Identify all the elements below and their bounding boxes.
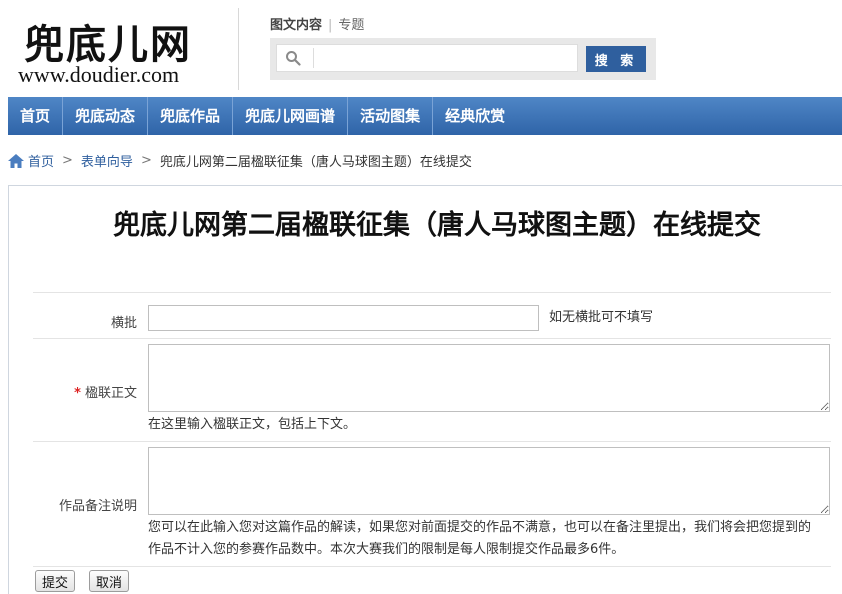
search-tab-topic[interactable]: 专题 [338,18,364,33]
divider [33,338,831,339]
cancel-button[interactable]: 取消 [89,570,130,592]
form-panel: 兜底儿网第二届楹联征集（唐人马球图主题）在线提交 横批 如无横批可不填写 * 楹联… [8,185,842,594]
search-field-wrapper [276,44,578,72]
home-icon [8,153,24,168]
field-label-notes: 作品备注说明 [58,499,137,514]
breadcrumb-separator: > [62,153,73,168]
notes-textarea[interactable] [148,447,830,515]
breadcrumb-form-guide[interactable]: 表单向导 [81,151,133,170]
header-divider [238,8,239,90]
search-bar: 搜 索 [270,38,656,80]
breadcrumb: 首页 > 表单向导 > 兜底儿网第二届楹联征集（唐人马球图主题）在线提交 [8,151,472,170]
nav-item-works[interactable]: 兜底作品 [148,97,234,135]
divider [33,292,831,293]
field-label-text: 楹联正文 [84,386,137,401]
hengpi-input[interactable] [148,305,539,331]
tab-separator: | [328,18,333,33]
hengpi-hint: 如无横批可不填写 [549,310,654,325]
page-title: 兜底儿网第二届楹联征集（唐人马球图主题）在线提交 [113,210,761,241]
search-icon [286,51,301,66]
nav-item-home[interactable]: 首页 [8,97,64,135]
breadcrumb-current: 兜底儿网第二届楹联征集（唐人马球图主题）在线提交 [159,155,472,170]
site-logo[interactable]: 兜底儿网 www.doudier.com [18,8,228,88]
nav-item-events[interactable]: 活动图集 [348,97,434,135]
search-tabs: 图文内容 | 专题 [270,14,364,33]
search-button[interactable]: 搜 索 [586,46,646,72]
logo-url: www.doudier.com [18,62,180,87]
divider [33,441,831,442]
couplet-textarea[interactable] [148,344,830,412]
breadcrumb-home[interactable]: 首页 [28,151,54,170]
submit-button[interactable]: 提交 [35,570,76,592]
nav-item-gallery[interactable]: 兜底儿网画谱 [233,97,349,135]
nav-item-news[interactable]: 兜底动态 [63,97,149,135]
couplet-hint: 在这里输入楹联正文，包括上下文。 [148,417,357,432]
search-tab-content[interactable]: 图文内容 [270,18,322,33]
search-input[interactable] [313,48,573,68]
notes-hint: 您可以在此输入您对这篇作品的解读，如果您对前面提交的作品不满意，也可以在备注里提… [148,520,812,557]
field-label-hengpi: 横批 [110,316,137,331]
nav-item-classics[interactable]: 经典欣赏 [433,97,517,135]
required-mark: * [74,386,81,401]
field-label-couplet: * 楹联正文 [17,382,137,401]
main-nav: 首页 兜底动态 兜底作品 兜底儿网画谱 活动图集 经典欣赏 [8,97,842,135]
divider [33,566,831,567]
breadcrumb-separator: > [140,153,152,168]
